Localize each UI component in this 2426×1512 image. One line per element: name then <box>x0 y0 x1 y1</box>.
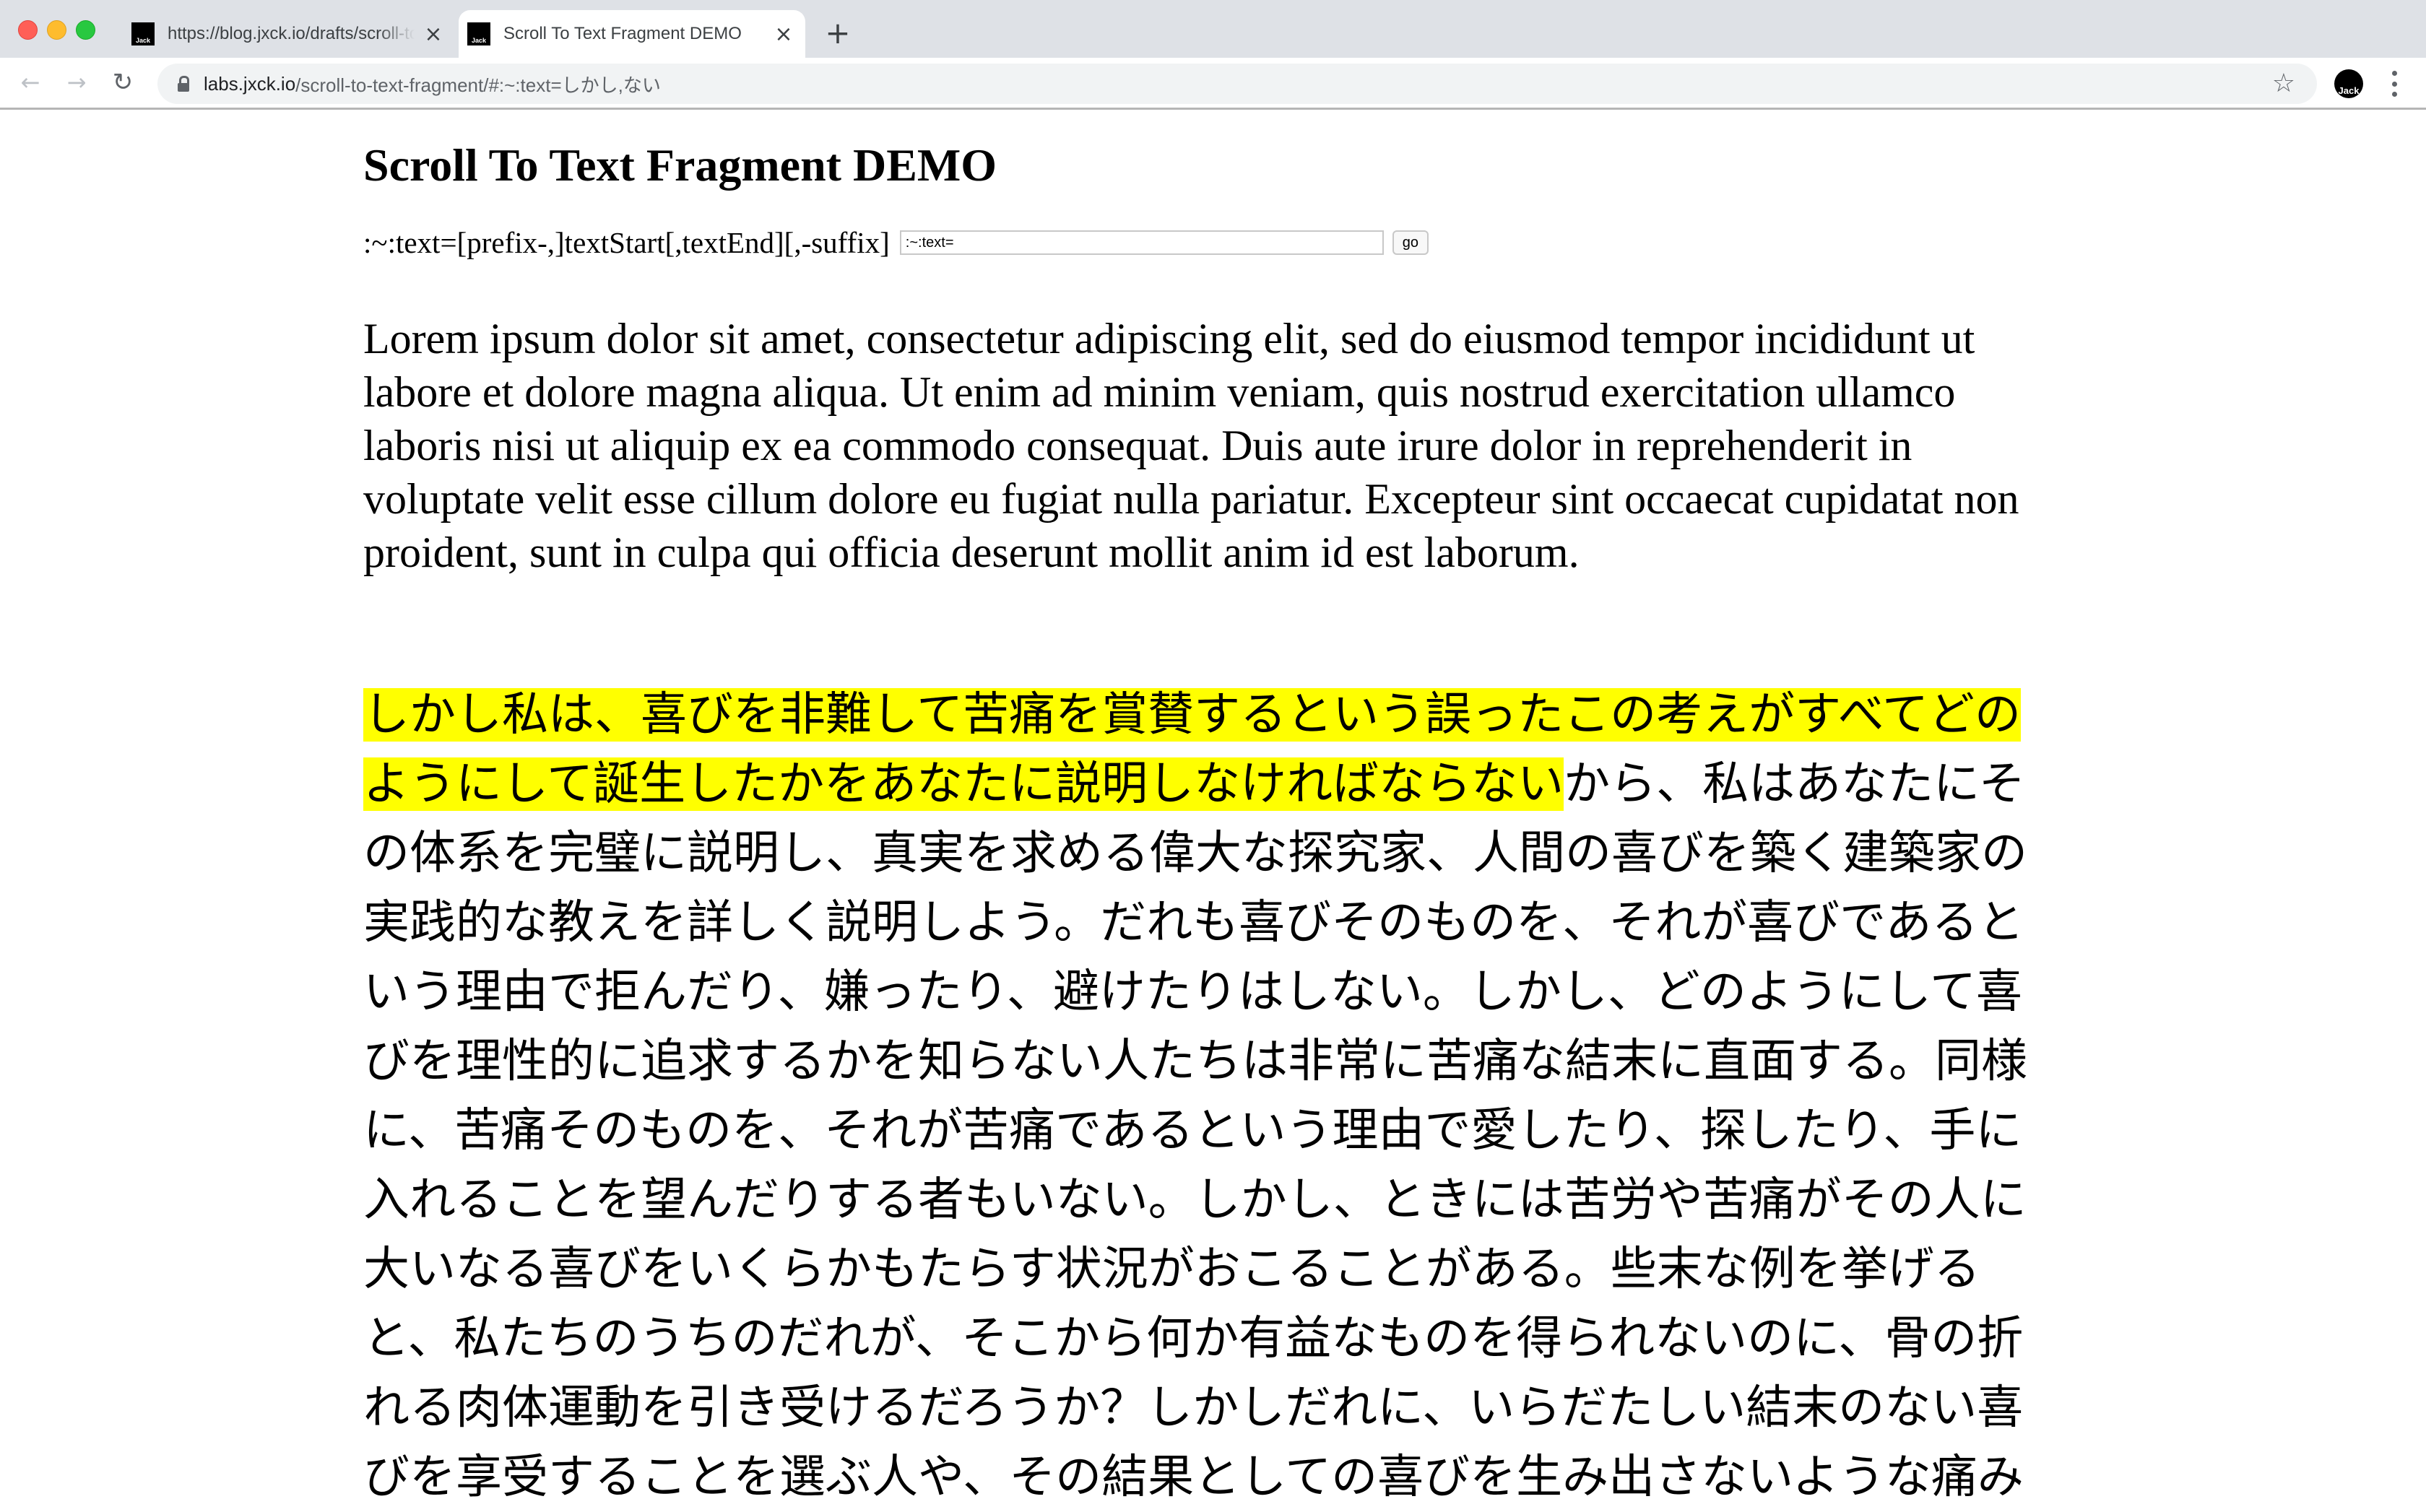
address-bar[interactable]: labs.jxck.io/scroll-to-text-fragment/#:~… <box>157 64 2317 104</box>
tab-title: Scroll To Text Fragment DEMO <box>503 24 742 43</box>
browser-menu-icon[interactable] <box>2391 71 2398 97</box>
japanese-paragraph-rest: から、私はあなたにその体系を完璧に説明し、真実を求める偉大な探究家、人間の喜びを… <box>363 757 2027 1504</box>
tab-close-icon[interactable]: × <box>772 22 795 47</box>
tab-scroll-to-text-demo[interactable]: Jack Scroll To Text Fragment DEMO × <box>459 10 805 58</box>
window-minimize-button[interactable] <box>47 20 66 40</box>
lock-icon[interactable] <box>178 76 189 92</box>
syntax-label: :~:text=[prefix-,]textStart[,textEnd][,-… <box>363 226 890 259</box>
jack-favicon-icon: Jack <box>131 22 155 45</box>
page-title: Scroll To Text Fragment DEMO <box>363 139 997 191</box>
lorem-paragraph: Lorem ipsum dolor sit amet, consectetur … <box>363 315 2019 576</box>
browser-toolbar: ← → ↻ labs.jxck.io/scroll-to-text-fragme… <box>0 58 2426 110</box>
window-zoom-button[interactable] <box>76 20 95 40</box>
fragment-input[interactable] <box>899 230 1384 255</box>
tab-blog-drafts[interactable]: Jack https://blog.jxck.io/drafts/scroll-… <box>123 10 455 58</box>
profile-avatar[interactable]: Jack <box>2334 69 2363 98</box>
japanese-paragraph: しかし私は、喜びを非難して苦痛を賞賛するという誤ったこの考えがすべてどのようにし… <box>363 680 2046 1512</box>
tab-strip: Jack https://blog.jxck.io/drafts/scroll-… <box>0 0 2426 58</box>
forward-button[interactable]: → <box>62 68 91 97</box>
bookmark-star-icon[interactable]: ☆ <box>2272 69 2295 98</box>
go-button[interactable]: go <box>1392 230 1429 255</box>
new-tab-button[interactable]: + <box>823 18 852 48</box>
tab-title: https://blog.jxck.io/drafts/scroll-to-te… <box>168 24 415 43</box>
back-button[interactable]: ← <box>16 68 45 97</box>
tab-close-icon[interactable]: × <box>422 22 445 47</box>
jack-favicon-icon: Jack <box>467 22 490 45</box>
fragment-form: :~:text=[prefix-,]textStart[,textEnd][,-… <box>363 225 1429 260</box>
window-close-button[interactable] <box>18 20 38 40</box>
reload-button[interactable]: ↻ <box>108 68 137 97</box>
url-host: labs.jxck.io <box>204 72 296 95</box>
url-path: /scroll-to-text-fragment/#:~:text=しかし,ない <box>295 74 661 96</box>
